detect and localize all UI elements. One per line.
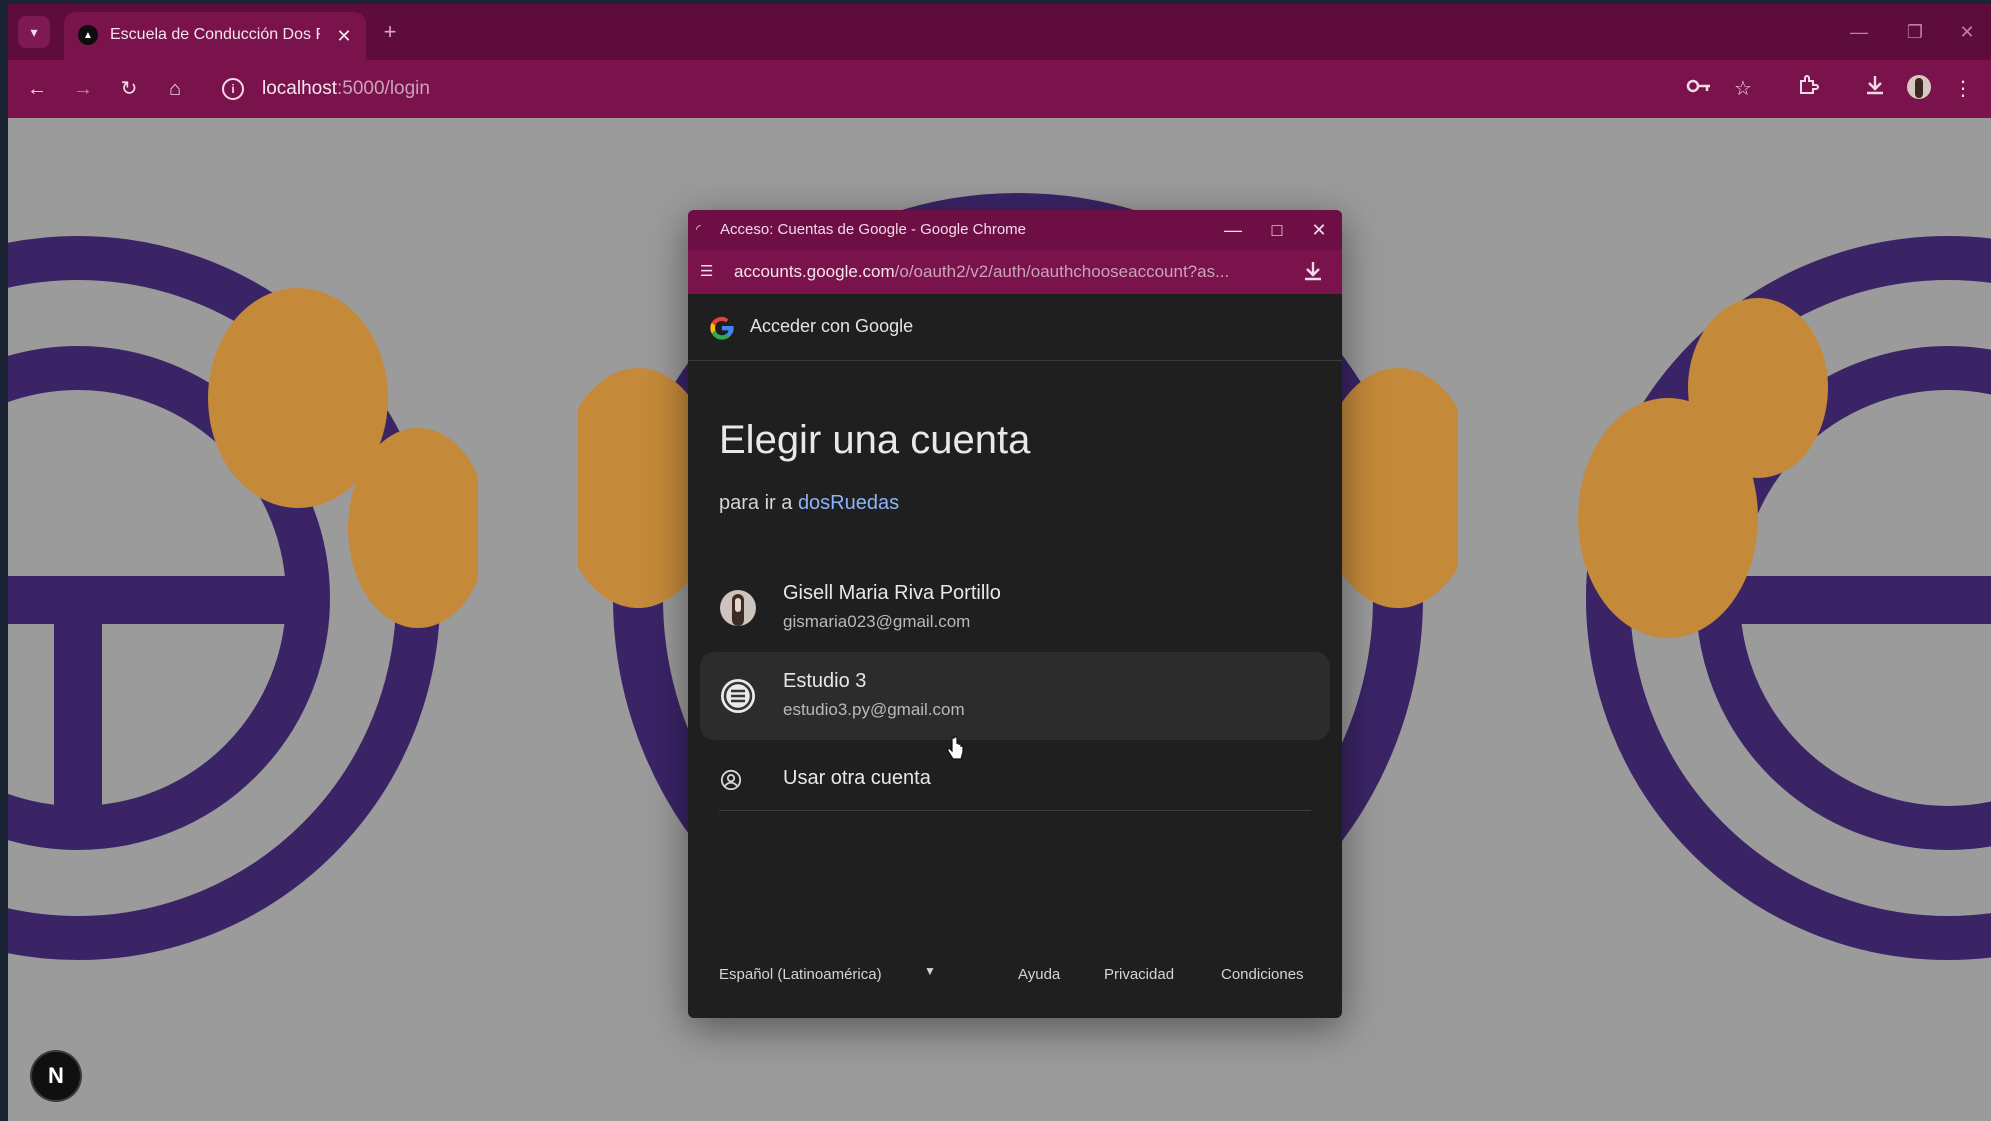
site-settings-icon[interactable]: ☰ xyxy=(700,262,720,282)
popup-footer: Español (Latinoamérica) ▼ Ayuda Privacid… xyxy=(688,962,1342,992)
close-window-icon[interactable]: ✕ xyxy=(1952,18,1982,46)
tab-title: Escuela de Conducción Dos Ruedas xyxy=(110,26,320,43)
extensions-icon[interactable] xyxy=(1794,74,1824,104)
popup-address-bar[interactable]: ☰ accounts.google.com/o/oauth2/v2/auth/o… xyxy=(688,250,1342,294)
menu-kebab-icon[interactable]: ⋮ xyxy=(1948,74,1978,104)
account-email: gismaria023@gmail.com xyxy=(783,612,971,631)
tab-favicon-icon: ▲ xyxy=(78,25,98,45)
password-key-icon[interactable] xyxy=(1684,74,1714,104)
minimize-icon[interactable]: — xyxy=(1844,18,1874,46)
forward-icon[interactable]: → xyxy=(68,74,98,104)
popup-url-path: /o/oauth2/v2/auth/oauthchooseaccount?as.… xyxy=(894,262,1230,281)
address-url[interactable]: localhost:5000/login xyxy=(262,78,430,100)
app-name-link[interactable]: dosRuedas xyxy=(798,492,899,514)
url-host: localhost xyxy=(262,78,337,99)
popup-close-icon[interactable]: ✕ xyxy=(1304,216,1334,244)
help-link[interactable]: Ayuda xyxy=(1018,966,1060,983)
account-item-gisell[interactable]: Gisell Maria Riva Portillo gismaria023@g… xyxy=(700,564,1330,652)
account-name: Gisell Maria Riva Portillo xyxy=(783,582,1001,604)
home-icon[interactable]: ⌂ xyxy=(160,74,190,104)
popup-maximize-icon[interactable]: □ xyxy=(1262,216,1292,244)
popup-url[interactable]: accounts.google.com/o/oauth2/v2/auth/oau… xyxy=(734,262,1274,282)
google-signin-popup: ◜ Acceso: Cuentas de Google - Google Chr… xyxy=(688,210,1342,1018)
tab-close-icon[interactable]: ✕ xyxy=(332,24,356,48)
profile-avatar[interactable] xyxy=(1904,74,1934,104)
account-circle-icon xyxy=(720,769,742,791)
choose-account-heading: Elegir una cuenta xyxy=(719,418,1031,462)
choose-account-subheading: para ir a dosRuedas xyxy=(719,492,899,515)
privacy-link[interactable]: Privacidad xyxy=(1104,966,1174,983)
popup-minimize-icon[interactable]: — xyxy=(1218,216,1248,244)
popup-download-icon[interactable] xyxy=(1302,260,1328,286)
tab-strip: ▾ ▲ Escuela de Conducción Dos Ruedas ✕ +… xyxy=(8,4,1991,60)
new-tab-icon[interactable]: + xyxy=(378,20,402,44)
language-select[interactable]: Español (Latinoamérica) xyxy=(719,966,882,983)
popup-loading-icon: ◜ xyxy=(696,222,701,236)
terms-link[interactable]: Condiciones xyxy=(1221,966,1304,983)
downloads-icon[interactable] xyxy=(1860,74,1890,104)
restore-icon[interactable]: ❐ xyxy=(1900,18,1930,46)
browser-toolbar: ← → ↻ ⌂ i localhost:5000/login ☆ ⋮ xyxy=(8,60,1991,118)
popup-titlebar: ◜ Acceso: Cuentas de Google - Google Chr… xyxy=(688,210,1342,250)
google-header-text: Acceder con Google xyxy=(750,316,914,336)
address-bar[interactable]: i localhost:5000/login xyxy=(212,68,1672,110)
use-another-account-label: Usar otra cuenta xyxy=(783,767,931,789)
bookmark-star-icon[interactable]: ☆ xyxy=(1728,74,1758,104)
tab-active[interactable]: ▲ Escuela de Conducción Dos Ruedas ✕ xyxy=(64,12,366,60)
hand-cursor-icon xyxy=(947,736,964,760)
url-path: :5000/login xyxy=(337,78,430,99)
avatar xyxy=(720,678,756,714)
account-email: estudio3.py@gmail.com xyxy=(783,700,965,719)
use-another-account-button[interactable]: Usar otra cuenta xyxy=(700,750,1330,810)
account-item-estudio3[interactable]: Estudio 3 estudio3.py@gmail.com xyxy=(700,652,1330,740)
site-info-icon[interactable]: i xyxy=(222,78,244,100)
google-signin-header: Acceder con Google xyxy=(688,294,1342,361)
popup-window-title: Acceso: Cuentas de Google - Google Chrom… xyxy=(720,221,1026,238)
nextjs-dev-badge[interactable]: N xyxy=(32,1052,80,1100)
reload-icon[interactable]: ↻ xyxy=(114,74,144,104)
avatar xyxy=(720,590,756,626)
dos-ruedas-logo-left xyxy=(8,236,478,960)
google-g-icon xyxy=(710,316,734,340)
subheading-prefix: para ir a xyxy=(719,492,793,514)
divider xyxy=(719,810,1311,811)
account-name: Estudio 3 xyxy=(783,670,867,692)
tab-search-icon[interactable]: ▾ xyxy=(18,16,50,48)
back-icon[interactable]: ← xyxy=(22,74,52,104)
chevron-down-icon[interactable]: ▼ xyxy=(924,964,936,978)
dos-ruedas-logo-right xyxy=(1578,236,1991,960)
popup-url-host: accounts.google.com xyxy=(734,262,895,281)
